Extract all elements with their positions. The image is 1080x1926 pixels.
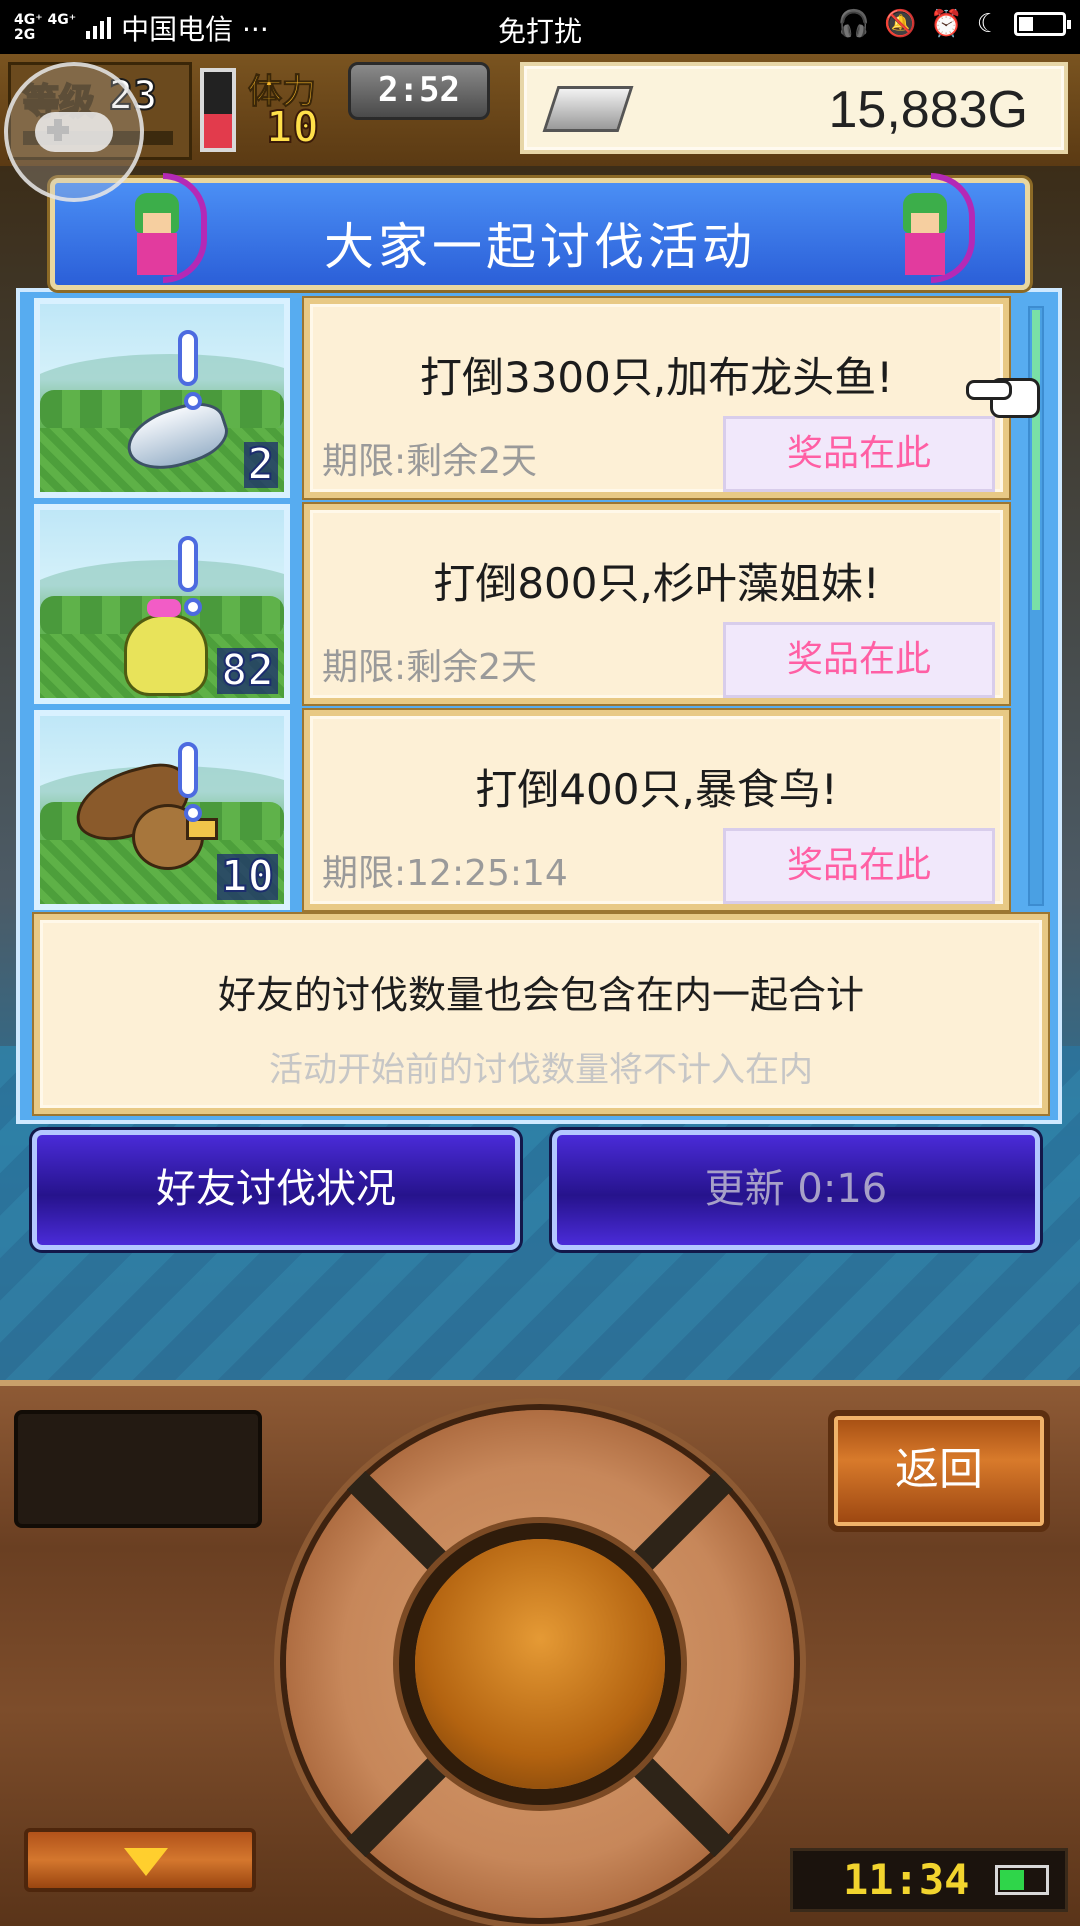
gold-value: 15,883G [828, 81, 1029, 139]
down-arrow-icon [124, 1848, 168, 1876]
quest-thumbnail[interactable]: 82 [34, 504, 290, 704]
note-line-1: 好友的讨伐数量也会包含在内一起合计 [217, 973, 864, 1017]
quest-deadline: 期限:剩余2天 [322, 441, 538, 482]
quest-card: 打倒800只,杉叶藻姐妹! 期限:剩余2天 奖品在此 [304, 504, 1009, 704]
quest-row: 2 打倒3300只,加布龙头鱼! 期限:剩余2天 奖品在此 [34, 298, 1024, 498]
refresh-button[interactable]: 更新 0:16 [552, 1130, 1040, 1250]
bell-muted-icon: 🔕 [883, 9, 917, 39]
quest-row: 82 打倒800只,杉叶藻姐妹! 期限:剩余2天 奖品在此 [34, 504, 1024, 704]
battery-icon [1014, 12, 1071, 36]
defeat-count: 10 [217, 853, 278, 901]
battery-icon [995, 1865, 1049, 1895]
defeat-count: 2 [243, 441, 278, 489]
exclamation-icon [178, 742, 202, 822]
exclamation-icon [178, 330, 202, 410]
back-button[interactable]: 返回 [828, 1410, 1050, 1532]
quest-title: 打倒800只,杉叶藻姐妹! [433, 559, 880, 608]
dpad-center-button[interactable] [415, 1539, 665, 1789]
quest-thumbnail[interactable]: 2 [34, 298, 290, 498]
system-status-bar: 4G⁺ 4G⁺ 2G 中国电信 ··· 免打扰 🎧 🔕 ⏰ ☾ [0, 0, 1080, 54]
event-title: 大家一起讨伐活动 [324, 218, 756, 276]
quest-deadline: 期限:剩余2天 [322, 647, 538, 688]
info-slot [14, 1410, 262, 1528]
quest-title: 打倒3300只,加布龙头鱼! [419, 353, 894, 402]
stamina-value: 10 [265, 101, 320, 154]
exclamation-icon [178, 536, 202, 616]
game-hud: 等级 23 体力 10 2:52 15,883G [0, 54, 1080, 170]
virtual-controller: 返回 11:34 [0, 1380, 1080, 1926]
event-panel: 2 打倒3300只,加布龙头鱼! 期限:剩余2天 奖品在此 82 打倒800只,… [16, 288, 1062, 1124]
quest-card: 打倒400只,暴食鸟! 期限:12:25:14 奖品在此 [304, 710, 1009, 910]
note-line-2: 活动开始前的讨伐数量将不计入在内 [269, 1050, 813, 1090]
silver-ingot-icon [542, 86, 634, 132]
device-clock: 11:34 [790, 1848, 1068, 1912]
quest-thumbnail[interactable]: 10 [34, 710, 290, 910]
bird-monster-icon [67, 756, 224, 880]
defeat-count: 82 [217, 647, 278, 695]
gold-display: 15,883G [520, 62, 1068, 154]
device-clock-time: 11:34 [843, 1855, 970, 1904]
archer-icon [893, 173, 975, 289]
headphone-icon: 🎧 [837, 9, 870, 39]
moon-icon: ☾ [976, 9, 1000, 39]
stamina-gauge [200, 68, 236, 152]
friends-status-button[interactable]: 好友讨伐状况 [32, 1130, 520, 1250]
scroll-down-button[interactable] [24, 1828, 256, 1892]
slime-monster-icon [124, 599, 208, 696]
quest-card: 打倒3300只,加布龙头鱼! 期限:剩余2天 奖品在此 [304, 298, 1009, 498]
prize-button[interactable]: 奖品在此 [723, 416, 995, 492]
pointing-hand-icon [966, 372, 1040, 418]
alarm-icon: ⏰ [930, 9, 963, 39]
event-title-banner: 大家一起讨伐活动 [50, 173, 1030, 290]
quest-deadline: 期限:12:25:14 [322, 853, 568, 894]
prize-button[interactable]: 奖品在此 [723, 828, 995, 904]
event-note: 好友的讨伐数量也会包含在内一起合计 活动开始前的讨伐数量将不计入在内 [34, 914, 1048, 1114]
prize-button[interactable]: 奖品在此 [723, 622, 995, 698]
quest-row: 10 打倒400只,暴食鸟! 期限:12:25:14 奖品在此 [34, 710, 1024, 910]
gamepad-overlay-icon[interactable] [4, 62, 144, 202]
quest-title: 打倒400只,暴食鸟! [475, 765, 838, 814]
stamina-timer: 2:52 [348, 62, 490, 120]
dpad[interactable] [286, 1410, 794, 1918]
